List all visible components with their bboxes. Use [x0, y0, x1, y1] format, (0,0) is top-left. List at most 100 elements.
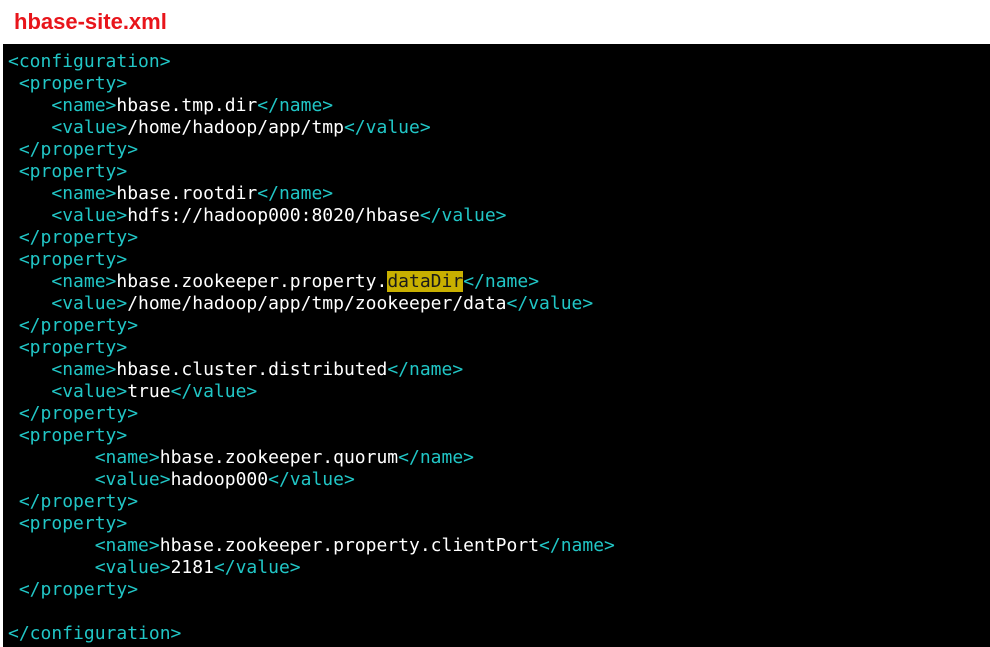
code-text: hbase.zookeeper.property.	[116, 271, 388, 292]
screenshot-page: hbase-site.xml <configuration> <property…	[0, 0, 990, 647]
code-text: /home/hadoop/app/tmp	[127, 117, 344, 138]
code-text: hdfs://hadoop000:8020/hbase	[127, 205, 420, 226]
xml-tag: </value>	[419, 205, 507, 226]
code-line: </property>	[8, 579, 615, 601]
code-line: </property>	[8, 227, 615, 249]
code-line: <property>	[8, 73, 615, 95]
xml-tag: <value>	[51, 381, 128, 402]
xml-tag: <property>	[18, 337, 128, 358]
code-line: <name>hbase.tmp.dir</name>	[8, 95, 615, 117]
xml-tag: <value>	[51, 293, 128, 314]
xml-tag: </property>	[18, 315, 139, 336]
xml-tag: </name>	[398, 447, 475, 468]
code-text: hbase.zookeeper.quorum	[159, 447, 399, 468]
xml-tag: <property>	[18, 425, 128, 446]
xml-tag: </name>	[463, 271, 540, 292]
xml-tag: </configuration>	[8, 623, 182, 644]
xml-tag: </name>	[257, 183, 334, 204]
code-line: <name>hbase.zookeeper.property.clientPor…	[8, 535, 615, 557]
code-line: <configuration>	[8, 51, 615, 73]
code-text: /home/hadoop/app/tmp/zookeeper/data	[127, 293, 507, 314]
code-line: </property>	[8, 403, 615, 425]
terminal-editor[interactable]: <configuration> <property> <name>hbase.t…	[3, 44, 990, 647]
code-line: <name>hbase.cluster.distributed</name>	[8, 359, 615, 381]
xml-tag: <value>	[94, 469, 171, 490]
search-highlight: dataDir	[387, 271, 464, 292]
code-text: 2181	[170, 557, 214, 578]
file-title: hbase-site.xml	[14, 9, 167, 34]
xml-tag: </property>	[18, 579, 139, 600]
code-text: hbase.rootdir	[116, 183, 258, 204]
code-text: hadoop000	[170, 469, 269, 490]
code-line: </property>	[8, 139, 615, 161]
code-line: <property>	[8, 513, 615, 535]
xml-tag: <property>	[18, 161, 128, 182]
code-line: <name>hbase.zookeeper.property.dataDir</…	[8, 271, 615, 293]
code-line: <value>true</value>	[8, 381, 615, 403]
xml-tag: <property>	[18, 249, 128, 270]
xml-tag: </name>	[539, 535, 615, 556]
xml-tag: <name>	[51, 271, 117, 292]
code-line: </configuration>	[8, 623, 615, 645]
code-text: hbase.zookeeper.property.clientPort	[159, 535, 540, 556]
code-line: <value>/home/hadoop/app/tmp/zookeeper/da…	[8, 293, 615, 315]
xml-tag: </value>	[170, 381, 258, 402]
xml-tag: <name>	[51, 359, 117, 380]
xml-tag: </value>	[343, 117, 431, 138]
code-line: <value>hadoop000</value>	[8, 469, 615, 491]
xml-tag: </property>	[18, 139, 139, 160]
code-line: </property>	[8, 315, 615, 337]
xml-tag: <name>	[51, 183, 117, 204]
xml-tag: </value>	[213, 557, 301, 578]
code-line: </property>	[8, 491, 615, 513]
code-line: <property>	[8, 161, 615, 183]
xml-tag: </property>	[18, 491, 139, 512]
xml-tag: <name>	[94, 535, 160, 556]
code-line: <value>/home/hadoop/app/tmp</value>	[8, 117, 615, 139]
code-area[interactable]: <configuration> <property> <name>hbase.t…	[8, 51, 615, 645]
xml-tag: <value>	[51, 117, 128, 138]
xml-tag: <property>	[18, 513, 128, 534]
code-text: hbase.tmp.dir	[116, 95, 258, 116]
code-text: true	[127, 381, 171, 402]
code-text: hbase.cluster.distributed	[116, 359, 388, 380]
xml-tag: <property>	[18, 73, 128, 94]
code-line: <property>	[8, 249, 615, 271]
code-line: <name>hbase.zookeeper.quorum</name>	[8, 447, 615, 469]
xml-tag: </name>	[257, 95, 334, 116]
code-line: <name>hbase.rootdir</name>	[8, 183, 615, 205]
xml-tag: <name>	[51, 95, 117, 116]
xml-tag: <value>	[94, 557, 171, 578]
xml-tag: <value>	[51, 205, 128, 226]
code-line: <property>	[8, 425, 615, 447]
xml-tag: </value>	[268, 469, 355, 490]
xml-tag: </property>	[18, 227, 139, 248]
xml-tag: </value>	[506, 293, 594, 314]
xml-tag: <name>	[94, 447, 160, 468]
xml-tag: <configuration>	[8, 51, 171, 72]
code-line: <value>2181</value>	[8, 557, 615, 579]
xml-tag: </property>	[18, 403, 139, 424]
